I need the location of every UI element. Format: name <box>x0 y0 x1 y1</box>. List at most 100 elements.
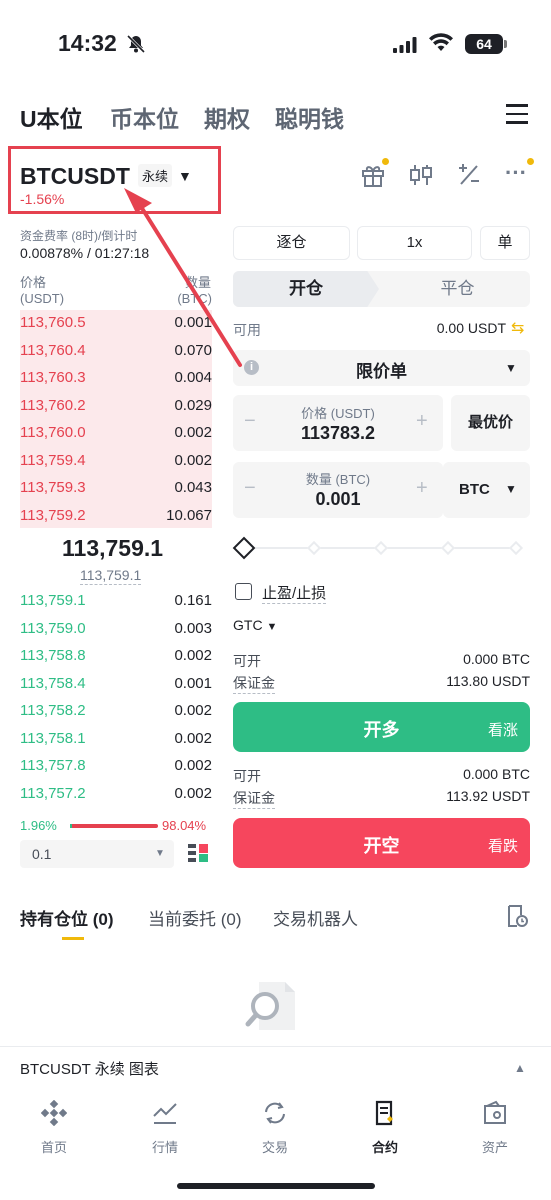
bid-price: 113,758.1 <box>20 729 86 747</box>
home-indicator <box>177 1183 375 1189</box>
ask-price: 113,760.0 <box>20 424 86 442</box>
long-margin-label: 保证金 <box>233 673 275 694</box>
nav-futures[interactable]: 合约 <box>345 1100 425 1156</box>
book-qty-label: 数量 <box>184 275 211 290</box>
tab-close-position[interactable]: 平仓 <box>385 271 530 307</box>
bid-row[interactable]: 113,758.4 0.001 <box>20 670 212 698</box>
bid-row[interactable]: 113,757.2 0.002 <box>20 780 212 808</box>
ask-row[interactable]: 113,759.2 10.067 <box>20 502 212 530</box>
ask-price: 113,760.2 <box>20 396 86 414</box>
nav-assets-label: 资产 <box>481 1140 508 1155</box>
home-logo-icon <box>40 1099 68 1127</box>
slider-node-75[interactable] <box>440 540 456 556</box>
nav-futures-label: 合约 <box>371 1140 398 1155</box>
order-type-label: 限价单 <box>356 362 407 381</box>
slider-node-25[interactable] <box>306 540 322 556</box>
tab-smart-money[interactable]: 聪明钱 <box>275 100 344 134</box>
chevron-up-icon[interactable]: ▲ <box>514 1061 526 1075</box>
calculator-icon[interactable] <box>457 162 481 188</box>
ask-qty: 0.004 <box>174 369 212 387</box>
open-long-label: 开多 <box>363 720 400 740</box>
ask-qty: 0.002 <box>174 451 212 469</box>
tab-open-orders[interactable]: 当前委托 (0) <box>148 905 242 930</box>
candlestick-chart-icon[interactable] <box>409 162 433 188</box>
quantity-increment-button[interactable]: + <box>416 477 428 500</box>
margin-mode-button[interactable]: 逐仓 <box>233 226 350 260</box>
tab-usdm[interactable]: U本位 <box>20 100 83 134</box>
quantity-unit-select[interactable]: BTC <box>443 462 530 518</box>
ratio-bar <box>70 824 158 828</box>
price-change: -1.56% <box>20 191 65 207</box>
symbol-dropdown-icon[interactable]: ▼ <box>178 168 192 184</box>
bid-row[interactable]: 113,758.8 0.002 <box>20 642 212 670</box>
menu-icon[interactable] <box>506 104 528 130</box>
book-price-label: 价格 <box>20 275 47 290</box>
price-input-value[interactable]: 113783.2 <box>233 423 443 444</box>
nav-trade[interactable]: 交易 <box>235 1100 315 1156</box>
ask-row[interactable]: 113,760.3 0.004 <box>20 364 212 392</box>
ask-qty: 0.029 <box>174 396 212 414</box>
book-precision-select[interactable]: 0.1 <box>20 840 174 868</box>
tpsl-label[interactable]: 止盈/止损 <box>262 582 327 604</box>
ask-row[interactable]: 113,760.2 0.029 <box>20 392 212 420</box>
tab-positions[interactable]: 持有仓位 (0) <box>20 905 114 930</box>
book-layout-icon[interactable] <box>187 842 209 864</box>
mark-price[interactable]: 113,759.1 <box>80 567 142 585</box>
nav-home-label: 首页 <box>40 1140 67 1155</box>
nav-assets[interactable]: 资产 <box>455 1100 535 1156</box>
transfer-icon[interactable]: ⇆ <box>511 318 524 338</box>
open-long-button[interactable]: 开多 看涨 <box>233 702 530 752</box>
bid-row[interactable]: 113,758.2 0.002 <box>20 697 212 725</box>
quantity-input-label: 数量 (BTC) <box>305 472 371 487</box>
wifi-icon <box>429 33 453 51</box>
slider-node-100[interactable] <box>508 540 524 556</box>
status-time: 14:32 <box>58 30 117 56</box>
bid-row[interactable]: 113,758.1 0.002 <box>20 725 212 753</box>
bid-row[interactable]: 113,757.8 0.002 <box>20 752 212 780</box>
leverage-button[interactable]: 1x <box>357 226 472 260</box>
ask-qty: 0.070 <box>174 341 212 359</box>
open-short-button[interactable]: 开空 看跌 <box>233 818 530 868</box>
nav-home[interactable]: 首页 <box>14 1099 94 1156</box>
tab-trading-bots[interactable]: 交易机器人 <box>273 905 358 930</box>
contract-type-badge: 永续 <box>138 164 173 187</box>
ask-qty: 0.002 <box>174 424 212 442</box>
ask-row[interactable]: 113,760.0 0.002 <box>20 419 212 447</box>
quantity-slider-thumb[interactable] <box>232 536 256 560</box>
nav-markets[interactable]: 行情 <box>125 1100 205 1156</box>
ask-row[interactable]: 113,759.4 0.002 <box>20 447 212 475</box>
more-icon[interactable]: ··· <box>505 160 527 186</box>
nav-markets-label: 行情 <box>151 1140 178 1155</box>
quantity-input-value[interactable]: 0.001 <box>233 489 443 510</box>
notification-dot <box>527 158 534 165</box>
position-mode-button[interactable]: 单 <box>480 226 530 260</box>
gift-icon[interactable] <box>360 162 386 188</box>
bid-price: 113,759.1 <box>20 592 86 610</box>
bid-row[interactable]: 113,759.1 0.161 <box>20 587 212 615</box>
ask-row[interactable]: 113,760.5 0.001 <box>20 309 212 337</box>
bid-qty: 0.001 <box>174 674 212 692</box>
bid-row[interactable]: 113,759.0 0.003 <box>20 615 212 643</box>
wallet-icon <box>484 1100 506 1124</box>
tab-coinm[interactable]: 币本位 <box>110 100 179 134</box>
long-max-value: 0.000 BTC <box>463 651 530 667</box>
ask-row[interactable]: 113,759.3 0.043 <box>20 474 212 502</box>
chevron-down-icon: ▼ <box>266 621 278 633</box>
price-increment-button[interactable]: + <box>416 410 428 433</box>
ask-price: 113,760.4 <box>20 341 86 359</box>
chart-bar-label: BTCUSDT 永续 图表 <box>20 1061 159 1078</box>
history-icon[interactable] <box>505 904 529 928</box>
active-tab-indicator <box>62 937 84 940</box>
best-price-button[interactable]: 最优价 <box>451 395 530 451</box>
tpsl-checkbox[interactable] <box>235 583 252 600</box>
symbol-name[interactable]: BTCUSDT <box>20 163 130 190</box>
ask-row[interactable]: 113,760.4 0.070 <box>20 337 212 365</box>
open-long-sub: 看涨 <box>487 722 518 739</box>
futures-document-icon <box>375 1100 393 1126</box>
tab-open-position[interactable]: 开仓 <box>233 271 379 307</box>
price-input-label: 价格 (USDT) <box>301 406 375 421</box>
time-in-force-select[interactable]: GTC ▼ <box>233 617 277 633</box>
slider-node-50[interactable] <box>373 540 389 556</box>
bid-qty: 0.002 <box>174 647 212 665</box>
tab-options[interactable]: 期权 <box>204 100 250 134</box>
